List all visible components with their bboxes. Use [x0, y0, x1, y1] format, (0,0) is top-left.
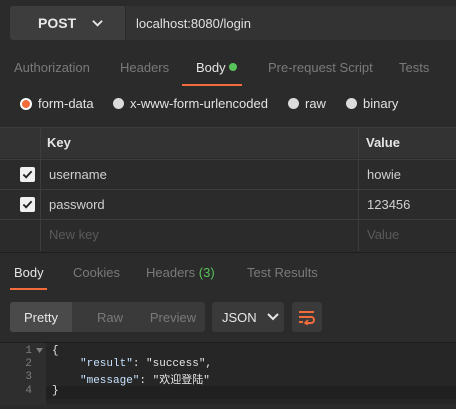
- active-line-highlight: [46, 386, 456, 399]
- tab-headers[interactable]: Headers: [120, 60, 169, 75]
- radio-label: x-www-form-urlencoded: [130, 96, 268, 111]
- radio-binary[interactable]: binary: [346, 96, 398, 111]
- wrap-lines-icon: [299, 311, 315, 325]
- headers-count-badge: (3): [198, 265, 215, 280]
- fold-toggle-icon[interactable]: [36, 348, 43, 354]
- tab-body[interactable]: Body: [196, 60, 226, 75]
- line-number: 3: [25, 371, 32, 383]
- column-value-header: Value: [366, 135, 400, 150]
- view-pretty-button[interactable]: Pretty: [10, 302, 72, 332]
- json-value: "欢迎登陆": [152, 375, 210, 387]
- code-line: "result": "success",: [80, 358, 213, 370]
- code-line: "message": "欢迎登陆": [80, 375, 210, 387]
- radio-label: binary: [363, 96, 399, 111]
- method-label: POST: [38, 15, 77, 31]
- code-line: {: [52, 345, 59, 357]
- line-number: 4: [25, 385, 32, 397]
- json-key: "result": [80, 358, 133, 370]
- response-body-viewer[interactable]: 1 2 3 4 { "result": "success", "message"…: [0, 342, 456, 405]
- method-select[interactable]: POST: [10, 6, 125, 40]
- response-tab-cookies[interactable]: Cookies: [73, 265, 120, 280]
- radio-x-www-form-urlencoded[interactable]: x-www-form-urlencoded: [113, 96, 268, 111]
- view-preview-button[interactable]: Preview: [142, 302, 204, 332]
- wrap-lines-button[interactable]: [292, 302, 322, 332]
- table-header: Key Value: [0, 127, 456, 158]
- radio-unselected-icon: [288, 98, 299, 109]
- json-value: "success",: [146, 358, 213, 370]
- row-checkbox[interactable]: [20, 197, 35, 212]
- response-tab-body-underline: [10, 288, 47, 290]
- line-number: 2: [25, 358, 32, 370]
- radio-unselected-icon: [113, 98, 124, 109]
- new-key-input[interactable]: New key: [49, 227, 99, 242]
- view-raw-button[interactable]: Raw: [80, 302, 140, 332]
- body-active-dot-icon: [229, 63, 237, 71]
- section-divider: [0, 252, 456, 253]
- format-label: JSON: [222, 309, 257, 325]
- tab-body-underline: [182, 84, 242, 86]
- row-value[interactable]: 123456: [367, 197, 410, 212]
- chevron-down-icon: [92, 19, 103, 27]
- chevron-down-icon: [266, 313, 279, 321]
- radio-label: raw: [305, 96, 326, 111]
- radio-raw[interactable]: raw: [288, 96, 326, 111]
- url-input[interactable]: [126, 6, 456, 40]
- form-data-table: Key Value username howie password 123456…: [0, 127, 456, 251]
- check-icon: [22, 170, 33, 179]
- column-divider: [358, 127, 359, 251]
- response-tab-headers[interactable]: Headers (3): [146, 265, 215, 280]
- radio-unselected-icon: [346, 98, 357, 109]
- column-key-header: Key: [47, 135, 71, 150]
- table-new-row: New key Value: [0, 219, 456, 250]
- request-bar: POST: [0, 0, 456, 46]
- table-row: username howie: [0, 159, 456, 190]
- response-tab-test-results[interactable]: Test Results: [247, 265, 318, 280]
- row-key[interactable]: username: [49, 167, 107, 182]
- tab-authorization[interactable]: Authorization: [14, 60, 90, 75]
- radio-selected-icon: [20, 97, 32, 110]
- response-tab-headers-label: Headers: [146, 265, 196, 280]
- line-number-gutter: 1 2 3 4: [0, 343, 46, 405]
- column-divider: [40, 127, 41, 251]
- new-value-input[interactable]: Value: [367, 227, 399, 242]
- radio-label: form-data: [38, 96, 94, 111]
- response-tab-body[interactable]: Body: [14, 265, 44, 280]
- view-mode-group: Pretty Raw Preview: [10, 302, 205, 332]
- format-select[interactable]: JSON: [212, 302, 284, 332]
- row-checkbox[interactable]: [20, 167, 35, 182]
- row-key[interactable]: password: [49, 197, 105, 212]
- check-icon: [22, 200, 33, 209]
- json-key: "message": [80, 375, 140, 387]
- table-row: password 123456: [0, 189, 456, 220]
- line-number: 1: [25, 345, 32, 357]
- radio-form-data[interactable]: form-data: [20, 96, 94, 111]
- tab-pre-request-script[interactable]: Pre-request Script: [268, 60, 373, 75]
- code-line: }: [52, 385, 59, 397]
- tab-tests[interactable]: Tests: [399, 60, 429, 75]
- row-value[interactable]: howie: [367, 167, 401, 182]
